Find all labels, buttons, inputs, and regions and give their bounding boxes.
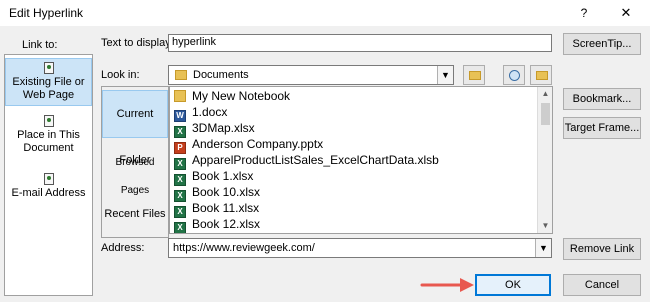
file-name: My New Notebook: [192, 89, 291, 103]
file-name: Book 12.xlsx: [192, 217, 261, 231]
link-to-place-in-document[interactable]: Place in This Document: [5, 113, 92, 157]
text-to-display-input[interactable]: hyperlink: [168, 34, 552, 52]
browse-web-button[interactable]: [503, 65, 525, 85]
link-to-place-label: Place in This Document: [17, 129, 80, 154]
folder-up-icon: [469, 71, 481, 80]
list-item[interactable]: W 1.docx: [174, 105, 228, 122]
email-icon: [43, 173, 54, 185]
help-button[interactable]: ?: [572, 4, 596, 22]
file-web-icon: [43, 62, 54, 74]
list-item[interactable]: X Book 11.xlsx: [174, 201, 260, 218]
cancel-button[interactable]: Cancel: [563, 274, 641, 296]
address-input[interactable]: https://www.reviewgeek.com/ ▼: [168, 238, 552, 258]
tab-recent-files[interactable]: Recent Files: [102, 200, 168, 228]
chevron-down-icon[interactable]: ▼: [535, 239, 551, 257]
look-in-value: Documents: [193, 69, 249, 81]
chevron-up-icon[interactable]: ▲: [538, 87, 553, 101]
folder-icon: [174, 90, 186, 102]
remove-link-button[interactable]: Remove Link: [563, 238, 641, 260]
folder-icon: [175, 70, 187, 80]
file-name: Book 11.xlsx: [192, 201, 260, 215]
file-name: Anderson Company.pptx: [192, 137, 324, 151]
scrollbar-thumb[interactable]: [541, 103, 550, 125]
file-list-scrollbar[interactable]: ▲ ▼: [537, 87, 552, 233]
folder-tabs: Current Folder Browsed Pages Recent File…: [101, 86, 169, 238]
address-value: https://www.reviewgeek.com/: [173, 242, 315, 254]
link-to-email-address[interactable]: E-mail Address: [5, 171, 92, 211]
list-item[interactable]: X Book 12.xlsx: [174, 217, 261, 233]
tab-browsed-pages[interactable]: Browsed Pages: [102, 149, 168, 196]
screentip-button[interactable]: ScreenTip...: [563, 33, 641, 55]
list-item[interactable]: X ApparelProductListSales_ExcelChartData.…: [174, 153, 439, 170]
bookmark-button[interactable]: Bookmark...: [563, 88, 641, 110]
up-folder-button[interactable]: [463, 65, 485, 85]
chevron-down-icon[interactable]: ▼: [538, 219, 553, 233]
file-name: Book 1.xlsx: [192, 169, 254, 183]
title-bar: [0, 0, 650, 26]
list-item[interactable]: P Anderson Company.pptx: [174, 137, 324, 154]
link-to-existing-label: Existing File or Web Page: [12, 76, 85, 101]
close-button[interactable]: ✕: [614, 4, 638, 22]
list-item[interactable]: X Book 1.xlsx: [174, 169, 254, 186]
list-item[interactable]: X 3DMap.xlsx: [174, 121, 255, 138]
ok-button[interactable]: OK: [475, 274, 551, 296]
folder-open-icon: [536, 71, 548, 80]
list-item[interactable]: My New Notebook: [174, 89, 290, 104]
excel-file-icon: X: [174, 222, 186, 233]
tab-current-folder[interactable]: Current Folder: [102, 90, 168, 166]
list-item[interactable]: X Book 10.xlsx: [174, 185, 261, 202]
browse-file-button[interactable]: [530, 65, 552, 85]
file-name: ApparelProductListSales_ExcelChartData.x…: [192, 153, 439, 167]
link-to-email-label: E-mail Address: [11, 187, 86, 199]
file-list[interactable]: My New Notebook W 1.docx X 3DMap.xlsx P And…: [169, 86, 553, 234]
dialog-title: Edit Hyperlink: [9, 6, 84, 20]
globe-search-icon: [509, 70, 520, 81]
file-name: Book 10.xlsx: [192, 185, 261, 199]
file-name: 1.docx: [192, 105, 228, 119]
look-in-label: Look in:: [101, 69, 140, 81]
link-to-pane: Existing File or Web Page Place in This …: [4, 54, 93, 296]
file-name: 3DMap.xlsx: [192, 121, 255, 135]
address-label: Address:: [101, 242, 145, 254]
text-to-display-label: Text to display:: [101, 37, 174, 49]
look-in-select[interactable]: Documents ▼: [168, 65, 454, 85]
link-to-existing-file[interactable]: Existing File or Web Page: [5, 58, 92, 106]
target-frame-button[interactable]: Target Frame...: [563, 117, 641, 139]
document-place-icon: [43, 115, 54, 127]
arrow-annotation-icon: [420, 278, 474, 292]
chevron-down-icon[interactable]: ▼: [437, 66, 453, 84]
link-to-label: Link to:: [22, 39, 58, 51]
